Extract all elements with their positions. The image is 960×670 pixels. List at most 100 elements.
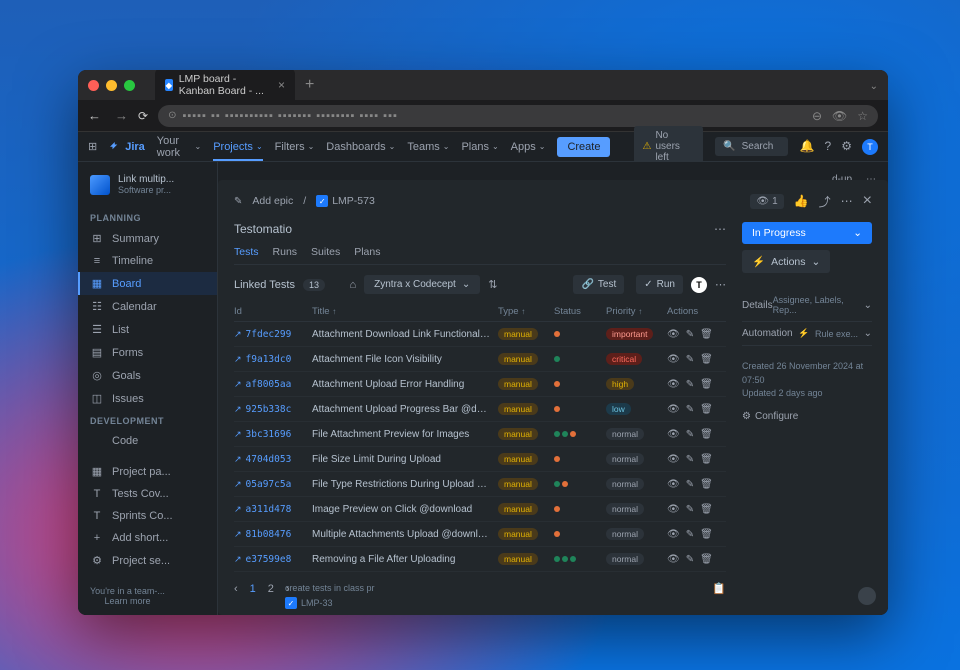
close-modal-icon[interactable]: ×: [863, 192, 872, 210]
view-icon[interactable]: 👁: [667, 379, 680, 390]
run-button[interactable]: ✓Run: [636, 275, 683, 294]
chevron-down-icon[interactable]: ⌄: [870, 81, 878, 92]
th-id[interactable]: Id: [234, 306, 306, 317]
test-title[interactable]: Attachment Upload Progress Bar @download: [312, 404, 492, 415]
new-tab-button[interactable]: +: [301, 76, 318, 94]
more-icon[interactable]: ⋯: [714, 222, 726, 236]
edit-icon[interactable]: ✎: [686, 479, 694, 490]
sidebar-item-forms[interactable]: ▤Forms: [78, 341, 217, 364]
test-button[interactable]: 🔗Test: [573, 275, 624, 294]
delete-icon[interactable]: 🗑: [700, 404, 713, 415]
jira-logo[interactable]: Jira: [109, 141, 145, 153]
star-icon[interactable]: ☆: [857, 109, 868, 123]
sidebar-item-code[interactable]: Code: [78, 430, 217, 452]
sidebar-shortcut[interactable]: TSprints Co...: [78, 505, 217, 527]
browser-tab[interactable]: ◆ LMP board - Kanban Board - ... ×: [155, 70, 295, 102]
test-title[interactable]: File Type Restrictions During Upload @do…: [312, 479, 492, 490]
view-icon[interactable]: 👁: [667, 479, 680, 490]
sidebar-item-summary[interactable]: ⊞Summary: [78, 227, 217, 250]
status-dropdown[interactable]: In Progress⌄: [742, 222, 872, 244]
sidebar-item-goals[interactable]: ◎Goals: [78, 364, 217, 387]
eye-icon[interactable]: 👁: [832, 109, 847, 123]
minimize-window-button[interactable]: [106, 80, 117, 91]
sidebar-item-board[interactable]: ▦Board: [78, 272, 217, 295]
close-window-button[interactable]: [88, 80, 99, 91]
edit-icon[interactable]: ✎: [686, 429, 694, 440]
delete-icon[interactable]: 🗑: [700, 429, 713, 440]
delete-icon[interactable]: 🗑: [700, 554, 713, 565]
edit-icon[interactable]: ✎: [686, 404, 694, 415]
view-icon[interactable]: 👁: [667, 354, 680, 365]
edit-icon[interactable]: ✎: [686, 329, 694, 340]
watch-button[interactable]: 👁1: [750, 194, 783, 209]
url-bar[interactable]: ⊙ ▪▪▪▪▪ ▪▪ ▪▪▪▪▪▪▪▪▪▪ ▪▪▪▪▪▪▪ ▪▪▪▪▪▪▪▪ ▪…: [158, 105, 878, 127]
view-icon[interactable]: 👁: [667, 529, 680, 540]
test-title[interactable]: Attachment File Icon Visibility: [312, 354, 492, 365]
tab-runs[interactable]: Runs: [273, 246, 298, 258]
edit-icon[interactable]: ✎: [686, 529, 694, 540]
delete-icon[interactable]: 🗑: [700, 479, 713, 490]
delete-icon[interactable]: 🗑: [700, 504, 713, 515]
sidebar-shortcut[interactable]: ▦Project pa...: [78, 460, 217, 483]
view-icon[interactable]: 👁: [667, 504, 680, 515]
user-avatar[interactable]: T: [862, 139, 878, 155]
sidebar-item-timeline[interactable]: ≡Timeline: [78, 250, 217, 272]
nav-filters[interactable]: Filters⌄: [275, 141, 315, 153]
test-id-link[interactable]: ↗05a97c5a: [234, 479, 306, 490]
nav-apps[interactable]: Apps⌄: [511, 141, 546, 153]
th-status[interactable]: Status: [554, 306, 600, 317]
add-epic-link[interactable]: Add epic: [252, 195, 293, 207]
more-icon[interactable]: ⋯: [715, 278, 726, 291]
nav-teams[interactable]: Teams⌄: [407, 141, 449, 153]
test-id-link[interactable]: ↗af8005aa: [234, 379, 306, 390]
no-users-badge[interactable]: ⚠No users left: [634, 126, 703, 167]
th-type[interactable]: Type ↑: [498, 306, 548, 317]
test-title[interactable]: Attachment Upload Error Handling: [312, 379, 492, 390]
app-switcher-icon[interactable]: ⊞: [88, 140, 97, 153]
create-button[interactable]: Create: [557, 137, 610, 157]
view-icon[interactable]: 👁: [667, 404, 680, 415]
sidebar-shortcut[interactable]: ⚙Project se...: [78, 549, 217, 572]
sidebar-item-calendar[interactable]: ☷Calendar: [78, 295, 217, 318]
zoom-icon[interactable]: ⊖: [812, 109, 822, 123]
forward-button[interactable]: →: [115, 108, 128, 123]
test-id-link[interactable]: ↗925b338c: [234, 404, 306, 415]
delete-icon[interactable]: 🗑: [700, 329, 713, 340]
test-id-link[interactable]: ↗7fdec299: [234, 329, 306, 340]
test-title[interactable]: Multiple Attachments Upload @download: [312, 529, 492, 540]
actions-dropdown[interactable]: ⚡Actions⌄: [742, 250, 830, 273]
test-id-link[interactable]: ↗f9a13dc0: [234, 354, 306, 365]
test-title[interactable]: File Size Limit During Upload: [312, 454, 492, 465]
edit-icon[interactable]: ✎: [686, 554, 694, 565]
more-icon[interactable]: ⋯: [841, 194, 853, 208]
project-header[interactable]: Link multip... Software pr...: [78, 174, 217, 207]
th-title[interactable]: Title ↑: [312, 306, 492, 317]
edit-icon[interactable]: ✎: [686, 454, 694, 465]
testomatio-avatar[interactable]: T: [691, 277, 707, 293]
issue-key-link[interactable]: ✓ LMP-573: [316, 195, 375, 207]
sidebar-shortcut[interactable]: +Add short...: [78, 527, 217, 549]
delete-icon[interactable]: 🗑: [700, 454, 713, 465]
tab-suites[interactable]: Suites: [311, 246, 340, 258]
tab-tests[interactable]: Tests: [234, 246, 259, 258]
nav-projects[interactable]: Projects⌄: [213, 141, 262, 161]
sidebar-item-list[interactable]: ☰List: [78, 318, 217, 341]
test-id-link[interactable]: ↗e37599e8: [234, 554, 306, 565]
configure-link[interactable]: ⚙Configure: [742, 411, 872, 422]
test-id-link[interactable]: ↗a311d478: [234, 504, 306, 515]
reload-button[interactable]: ⟳: [138, 109, 148, 123]
search-input[interactable]: 🔍Search: [715, 137, 787, 156]
test-title[interactable]: Removing a File After Uploading: [312, 554, 492, 565]
automation-toggle[interactable]: Automation ⚡ Rule exe... ⌄: [742, 322, 872, 346]
share-icon[interactable]: ⤴: [819, 193, 831, 210]
nav-your-work[interactable]: Your work⌄: [157, 135, 201, 159]
delete-icon[interactable]: 🗑: [700, 354, 713, 365]
home-icon[interactable]: ⌂: [349, 279, 356, 291]
notifications-icon[interactable]: 🔔: [800, 139, 815, 155]
close-tab-icon[interactable]: ×: [278, 78, 285, 92]
view-icon[interactable]: 👁: [667, 554, 680, 565]
edit-icon[interactable]: ✎: [686, 379, 694, 390]
maximize-window-button[interactable]: [124, 80, 135, 91]
test-title[interactable]: File Attachment Preview for Images: [312, 429, 492, 440]
test-id-link[interactable]: ↗81b08476: [234, 529, 306, 540]
